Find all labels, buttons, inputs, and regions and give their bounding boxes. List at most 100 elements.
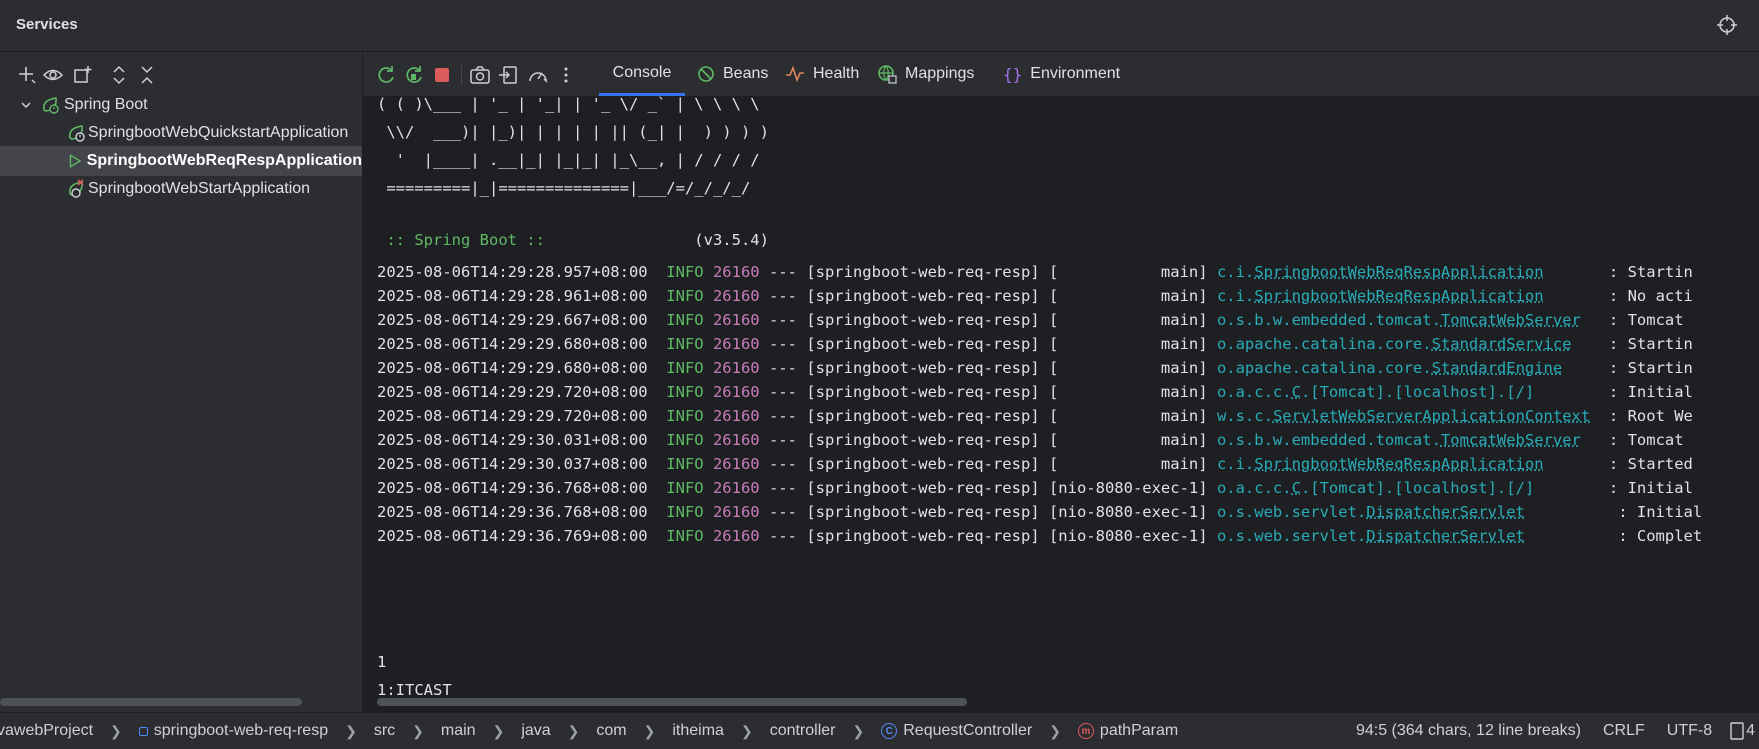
profiler-button[interactable] (525, 62, 551, 88)
log-pad (1581, 311, 1600, 329)
line-separator[interactable]: CRLF (1603, 722, 1645, 740)
tab-console[interactable]: Console (599, 52, 685, 96)
spring-boot-version: (v3.5.4) (694, 231, 769, 249)
log-timestamp: 2025-08-06T14:29:36.768+08:00 (377, 503, 648, 521)
expand-all-button[interactable] (106, 62, 132, 88)
banner-line: \\/ ___)| |_)| | | | | || (_| | ) ) ) ) (377, 123, 769, 141)
banner-line: ( ( )\___ | '_ | '_| | '_ \/ _` | \ \ \ … (377, 96, 760, 113)
log-level: INFO (666, 335, 704, 353)
breadcrumb-item[interactable]: main (441, 722, 476, 740)
tab-beans[interactable]: Beans (689, 52, 776, 96)
breadcrumb-item[interactable]: RequestController (903, 722, 1032, 740)
new-tab-button[interactable] (70, 62, 96, 88)
stop-icon (435, 68, 449, 82)
log-logger-class-link[interactable]: SpringbootWebReqRespApplication (1254, 287, 1543, 305)
breadcrumb-item[interactable]: itheima (672, 722, 724, 740)
chevron-right-icon: ❯ (567, 722, 580, 739)
banner-line: =========|_|==============|___/=/_/_/_/ (377, 179, 751, 197)
chevron-right-icon: ❯ (643, 722, 656, 739)
log-logger-class-link[interactable]: C (1292, 383, 1301, 401)
crosshair-icon[interactable] (1716, 14, 1738, 36)
indent-icon[interactable] (1730, 722, 1744, 740)
log-level: INFO (666, 359, 704, 377)
tab-environment[interactable]: {} Environment (995, 52, 1128, 96)
log-logger-class-link[interactable]: SpringbootWebReqRespApplication (1254, 455, 1543, 473)
log-thread: [nio-8080-exec-1] (1048, 503, 1208, 521)
tree-item-reqresp-app[interactable]: SpringbootWebReqRespApplication (0, 146, 362, 176)
exit-button[interactable] (495, 62, 521, 88)
log-logger-class-link[interactable]: SpringbootWebReqRespApplication (1254, 263, 1543, 281)
more-vertical-icon (564, 67, 568, 83)
spring-boot-label: :: Spring Boot :: (377, 231, 545, 249)
file-encoding[interactable]: UTF-8 (1667, 722, 1712, 740)
breadcrumb-item[interactable]: com (596, 722, 626, 740)
log-app: [springboot-web-req-resp] (806, 431, 1040, 449)
log-pad (1572, 335, 1600, 353)
breadcrumb-item[interactable]: springboot-web-req-resp (154, 722, 328, 740)
rerun-debug-button[interactable] (401, 62, 427, 88)
log-logger-package: o.s.b.w.embedded.tomcat. (1216, 431, 1441, 449)
log-logger-class-link[interactable]: TomcatWebServer (1441, 311, 1581, 329)
console-horizontal-scrollbar[interactable] (377, 698, 967, 706)
log-pid: 26160 (712, 479, 760, 497)
log-logger-package: o.a.c.c. (1216, 479, 1292, 497)
tree-item-quickstart-app[interactable]: SpringbootWebQuickstartApplication (0, 118, 362, 148)
log-app: [springboot-web-req-resp] (806, 263, 1040, 281)
breadcrumb-item[interactable]: controller (770, 722, 836, 740)
log-logger-package: o.apache.catalina.core. (1216, 335, 1432, 353)
mappings-icon (878, 65, 897, 84)
log-level: INFO (666, 311, 704, 329)
log-logger-class-link[interactable]: C (1292, 479, 1301, 497)
dump-threads-button[interactable] (467, 62, 493, 88)
log-level: INFO (666, 383, 704, 401)
breadcrumb-item[interactable]: src (374, 722, 395, 740)
tab-health[interactable]: Health (777, 52, 867, 96)
log-logger-tail: .[Tomcat].[localhost].[/] (1300, 383, 1600, 401)
log-timestamp: 2025-08-06T14:29:29.720+08:00 (377, 407, 648, 425)
log-level: INFO (666, 455, 704, 473)
breadcrumb-item[interactable]: vawebProject (0, 722, 93, 740)
log-logger-class-link[interactable]: StandardEngine (1432, 359, 1563, 377)
camera-icon (470, 66, 490, 84)
rerun-button[interactable] (373, 62, 399, 88)
add-service-button[interactable] (14, 62, 40, 88)
log-logger-class-link[interactable]: DispatcherServlet (1366, 503, 1525, 521)
log-logger-class-link[interactable]: DispatcherServlet (1366, 527, 1525, 545)
log-logger-class-link[interactable]: TomcatWebServer (1441, 431, 1581, 449)
view-options-button[interactable] (40, 62, 66, 88)
log-app: [springboot-web-req-resp] (806, 503, 1040, 521)
log-message: : Initial (1608, 479, 1693, 497)
breadcrumb-item[interactable]: pathParam (1100, 722, 1178, 740)
tree-horizontal-scrollbar[interactable] (0, 698, 302, 706)
caret-position[interactable]: 94:5 (364 chars, 12 line breaks) (1356, 722, 1581, 740)
log-logger-package: o.s.web.servlet. (1216, 527, 1367, 545)
log-logger-package: o.a.c.c. (1216, 383, 1292, 401)
exit-icon (499, 66, 517, 84)
more-options-button[interactable] (553, 62, 579, 88)
breadcrumb-item[interactable]: java (521, 722, 550, 740)
log-thread: [ main] (1048, 263, 1208, 281)
log-message: : Startin (1608, 359, 1693, 377)
stop-button[interactable] (429, 62, 455, 88)
chevron-right-icon: ❯ (1049, 722, 1061, 739)
tree-node-spring-boot[interactable]: Spring Boot (0, 90, 362, 120)
log-logger-class-link[interactable]: ServletWebServerApplicationContext (1273, 407, 1590, 425)
tab-mappings[interactable]: Mappings (869, 52, 982, 96)
indent-value[interactable]: 4 (1746, 722, 1755, 740)
log-timestamp: 2025-08-06T14:29:28.961+08:00 (377, 287, 648, 305)
log-logger-class-link[interactable]: StandardService (1432, 335, 1572, 353)
log-pad (1590, 407, 1599, 425)
log-timestamp: 2025-08-06T14:29:29.720+08:00 (377, 383, 648, 401)
tree-item-start-app[interactable]: SpringbootWebStartApplication (0, 174, 362, 204)
log-thread: [nio-8080-exec-1] (1048, 479, 1208, 497)
console-output[interactable]: ( ( )\___ | '_ | '_| | '_ \/ _` | \ \ \ … (363, 96, 1759, 712)
log-logger-tail: .[Tomcat].[localhost].[/] (1300, 479, 1600, 497)
log-timestamp: 2025-08-06T14:29:29.667+08:00 (377, 311, 648, 329)
class-icon: C (881, 723, 898, 739)
collapse-icon (141, 66, 153, 84)
collapse-all-button[interactable] (134, 62, 160, 88)
log-thread: [ main] (1048, 359, 1208, 377)
log-logger-package: c.i. (1216, 263, 1255, 281)
chevron-down-icon (21, 102, 31, 109)
chevron-right-icon: ❯ (412, 722, 424, 739)
